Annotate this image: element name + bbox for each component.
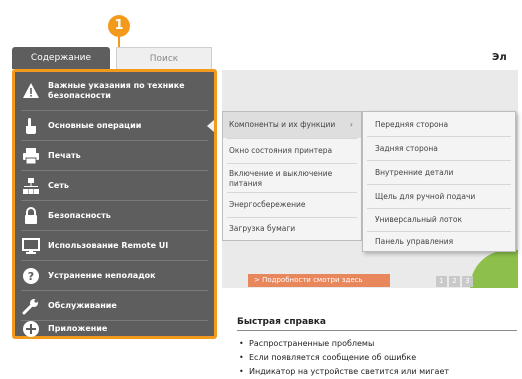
submenu-item-manual-feed-slot[interactable]: Щель для ручной подачи xyxy=(363,185,515,208)
submenu-item-status-window[interactable]: Окно состояния принтера xyxy=(223,139,361,163)
pager-button-1[interactable]: 1 xyxy=(436,276,447,287)
submenu-item-loading-paper[interactable]: Загрузка бумаги xyxy=(223,218,361,240)
sidebar-item-label: Основные операции xyxy=(48,120,142,130)
sidebar-item-label: Использование Remote UI xyxy=(48,240,169,250)
submenu-item-front-side[interactable]: Передняя сторона xyxy=(363,112,515,136)
network-icon xyxy=(23,177,39,194)
submenu-item-label: Загрузка бумаги xyxy=(229,224,296,233)
lock-icon xyxy=(25,206,37,224)
submenu-item-back-side[interactable]: Задняя сторона xyxy=(363,137,515,160)
page-heading: Эл xyxy=(492,52,507,63)
submenu-item-multipurpose-tray[interactable]: Универсальный лоток xyxy=(363,209,515,231)
sidebar-item-label: Безопасность xyxy=(48,210,111,220)
svg-text:?: ? xyxy=(28,270,34,283)
submenu-item-label: Окно состояния принтера xyxy=(229,146,333,155)
tab-contents[interactable]: Содержание xyxy=(12,47,110,69)
quick-link[interactable]: Если появляется сообщение об ошибке xyxy=(239,351,449,365)
warning-icon xyxy=(23,83,39,98)
pager-button-3[interactable]: 3 xyxy=(462,276,473,287)
sidebar-item-label: Устранение неполадок xyxy=(48,270,156,280)
sidebar-item-basic-operations[interactable]: Основные операции xyxy=(15,111,214,140)
sidebar-item-network[interactable]: Сеть xyxy=(15,171,214,200)
chevron-right-icon: › xyxy=(349,120,353,129)
sidebar-item-label: Сеть xyxy=(48,180,69,190)
active-indicator xyxy=(207,120,214,132)
submenu-item-energy-saving[interactable]: Энергосбережение xyxy=(223,193,361,217)
submenu-item-label: Включение и выключение питания xyxy=(229,169,333,188)
sidebar-item-label: Печать xyxy=(48,150,81,160)
banner-more-link[interactable]: > Подробности смотри здесь xyxy=(248,274,390,287)
quick-reference-list: Распространенные проблемы Если появляетс… xyxy=(239,337,449,379)
submenu-components: Передняя сторона Задняя сторона Внутренн… xyxy=(362,111,516,252)
sidebar-item-security[interactable]: Безопасность xyxy=(15,201,214,230)
quick-link[interactable]: Распространенные проблемы xyxy=(239,337,449,351)
quick-reference-title: Быстрая справка xyxy=(237,317,326,327)
pager-button-2[interactable]: 2 xyxy=(449,276,460,287)
submenu-item-components[interactable]: Компоненты и их функции › xyxy=(223,112,361,138)
printer-icon xyxy=(23,147,39,164)
submenu-item-power[interactable]: Включение и выключение питания xyxy=(223,164,361,192)
sidebar-item-label: Приложение xyxy=(48,323,108,333)
submenu-item-label: Компоненты и их функции xyxy=(229,120,336,129)
sidebar-item-appendix[interactable]: Приложение xyxy=(15,320,214,337)
divider xyxy=(237,330,517,331)
sidebar: Важные указания по технике безопасности … xyxy=(12,69,217,339)
sidebar-item-label: Обслуживание xyxy=(48,300,117,310)
hand-icon xyxy=(26,117,36,134)
sidebar-item-print[interactable]: Печать xyxy=(15,141,214,170)
submenu-item-control-panel[interactable]: Панель управления xyxy=(363,232,515,252)
sidebar-item-safety[interactable]: Важные указания по технике безопасности xyxy=(15,72,214,110)
tab-search[interactable]: Поиск xyxy=(116,47,212,69)
wrench-icon xyxy=(22,298,38,314)
sidebar-item-remote-ui[interactable]: Использование Remote UI xyxy=(15,231,214,260)
help-icon: ? xyxy=(23,267,39,284)
submenu-item-interior[interactable]: Внутренние детали xyxy=(363,161,515,184)
sidebar-item-maintenance[interactable]: Обслуживание xyxy=(15,291,214,320)
sidebar-tabs: Содержание Поиск xyxy=(12,47,217,69)
sidebar-item-troubleshooting[interactable]: ? Устранение неполадок xyxy=(15,261,214,290)
submenu-item-label: Энергосбережение xyxy=(229,200,306,209)
quick-link[interactable]: Индикатор на устройстве светится или миг… xyxy=(239,365,449,379)
plus-icon xyxy=(23,320,39,337)
monitor-icon xyxy=(22,237,40,254)
sidebar-item-label: Важные указания по технике безопасности xyxy=(48,81,185,100)
submenu-basic-operations: Компоненты и их функции › Окно состояния… xyxy=(222,111,362,241)
callout-marker: 1 xyxy=(108,15,130,37)
